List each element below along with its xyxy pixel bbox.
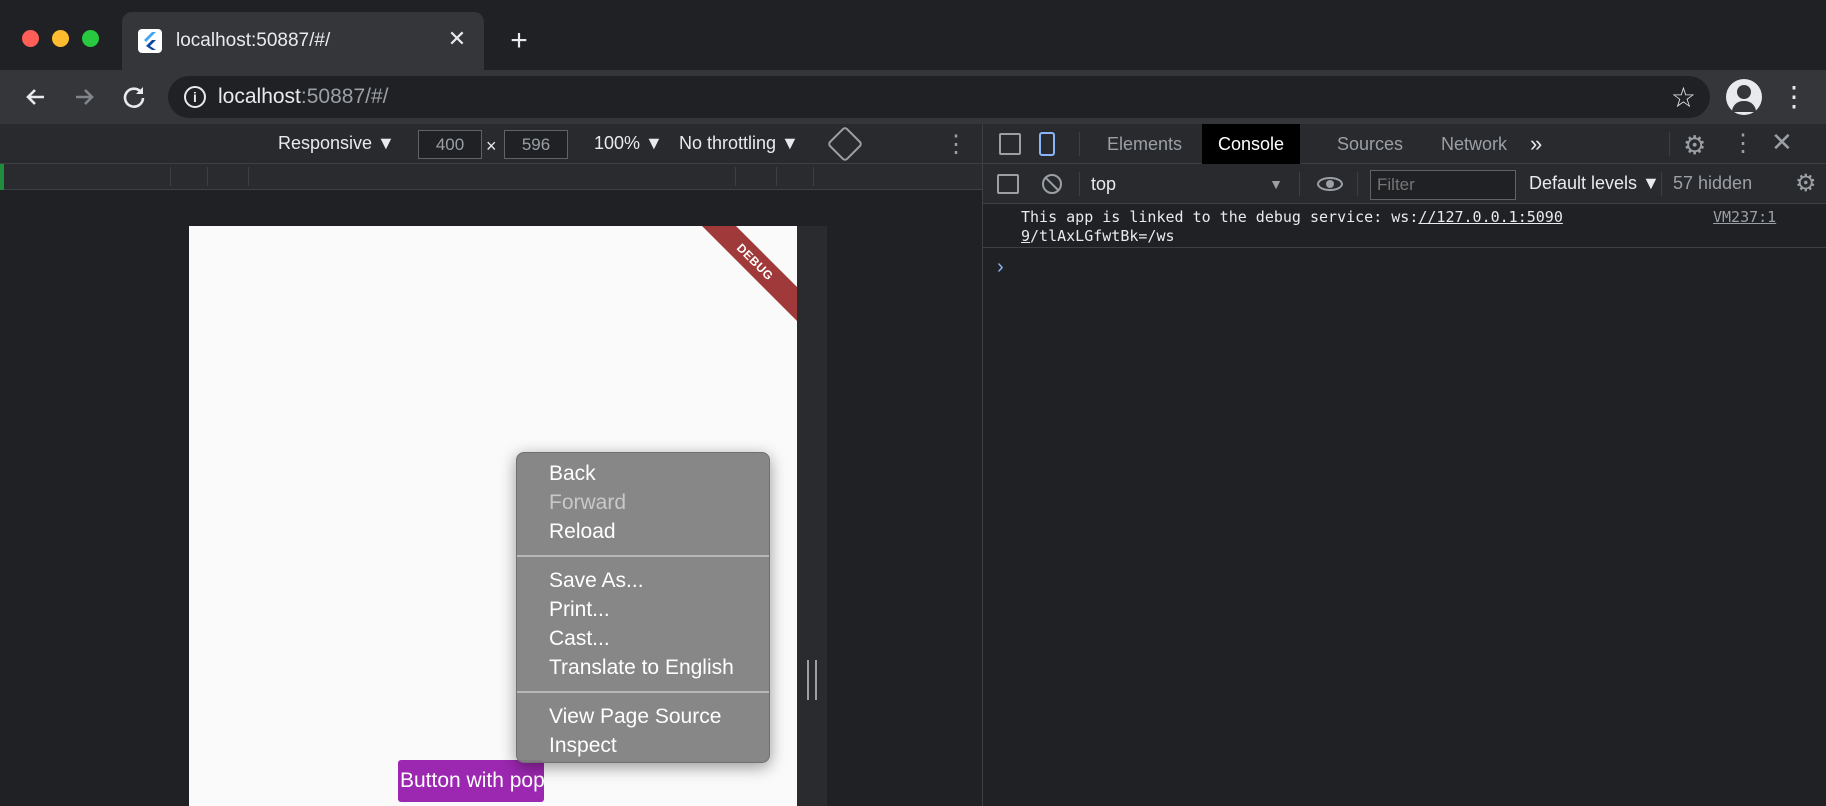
viewport-gutter	[797, 226, 827, 806]
menu-divider	[517, 691, 769, 693]
chevron-down-icon: ▼	[1269, 176, 1283, 192]
device-more-icon[interactable]: ⋮	[944, 130, 968, 159]
devtools-tab-bar: Elements Console Sources Network » ⚙ ⋮ ✕	[983, 124, 1826, 164]
ruler-segment[interactable]	[170, 167, 206, 186]
zoom-select[interactable]: 100% ▼	[594, 133, 663, 154]
media-query-ruler	[0, 164, 982, 190]
menu-item-forward: Forward	[549, 491, 627, 514]
gear-icon[interactable]: ⚙	[1683, 130, 1706, 161]
reload-icon	[123, 87, 145, 108]
tab-close-icon[interactable]: ✕	[442, 24, 472, 54]
profile-avatar-icon[interactable]	[1726, 79, 1762, 115]
window-zoom-button[interactable]	[82, 30, 99, 47]
ruler-segment[interactable]	[813, 167, 982, 186]
debug-service-link[interactable]: //127.0.0.1:5090	[1418, 208, 1563, 226]
tab-title: localhost:50887/#/	[176, 30, 331, 51]
close-icon[interactable]: ✕	[1771, 127, 1793, 158]
console-sidebar-icon[interactable]	[997, 174, 1019, 194]
menu-item-translate[interactable]: Translate to English	[517, 653, 769, 682]
toolbar-divider	[1669, 132, 1670, 156]
device-select[interactable]: Responsive ▼	[278, 133, 395, 154]
console-toolbar: top ▼ Default levels ▼ 57 hidden ⚙	[983, 164, 1826, 204]
ruler-segment[interactable]	[776, 167, 812, 186]
toolbar-divider	[1661, 172, 1662, 196]
menu-item-reload[interactable]: Reload	[517, 517, 769, 546]
viewport-width-input[interactable]: 400	[418, 130, 482, 159]
devtools-menu-icon[interactable]: ⋮	[1731, 129, 1755, 158]
window-close-button[interactable]	[22, 30, 39, 47]
inspect-element-icon[interactable]	[999, 133, 1021, 155]
console-prompt-icon[interactable]: ›	[997, 256, 1004, 279]
forward-button[interactable]	[66, 79, 102, 115]
rotate-icon[interactable]	[826, 125, 864, 163]
address-bar[interactable]: i localhost:50887/#/ ☆	[168, 76, 1710, 118]
browser-toolbar: i localhost:50887/#/ ☆ ⋮	[0, 70, 1826, 124]
ruler-edge-marker	[0, 164, 4, 190]
flutter-favicon-icon	[138, 29, 162, 53]
debug-service-link-cont[interactable]: 9	[1021, 227, 1030, 245]
ruler-segment[interactable]	[735, 167, 775, 186]
menu-divider	[517, 555, 769, 557]
reload-button[interactable]	[116, 79, 152, 115]
throttling-select[interactable]: No throttling ▼	[679, 133, 799, 154]
ruler-segment[interactable]	[248, 167, 734, 186]
console-message: This app is linked to the debug service:…	[983, 204, 1826, 248]
toolbar-divider	[1079, 172, 1080, 196]
eye-icon[interactable]	[1317, 177, 1343, 191]
clear-console-icon[interactable]	[1042, 174, 1062, 194]
console-filter-input[interactable]	[1370, 170, 1516, 200]
debug-banner: DEBUG	[689, 226, 797, 328]
arrow-right-icon	[76, 89, 94, 105]
console-message-text: This app is linked to the debug service:…	[1021, 208, 1563, 245]
menu-item-save-as[interactable]: Save As...	[517, 566, 769, 595]
console-message-source[interactable]: VM237:1	[1713, 208, 1776, 226]
context-menu: Back Forward Reload Save As... Print... …	[516, 452, 770, 763]
hidden-count: 57 hidden	[1673, 173, 1753, 193]
device-toolbar: Responsive ▼ 400 × 596 100% ▼ No throttl…	[0, 124, 982, 164]
toolbar-divider	[1079, 132, 1080, 156]
info-icon[interactable]: i	[184, 86, 206, 108]
url-text[interactable]: localhost:50887/#/	[218, 85, 388, 109]
ruler-segment[interactable]	[207, 167, 247, 186]
toolbar-divider	[1357, 172, 1358, 196]
toolbar-divider	[1299, 172, 1300, 196]
tab-sources[interactable]: Sources	[1321, 124, 1419, 164]
browser-menu-icon[interactable]: ⋮	[1780, 79, 1808, 115]
viewport-resize-handle[interactable]	[807, 660, 817, 700]
popup-menu-button[interactable]: Button with popup menu	[398, 760, 544, 802]
menu-item-cast[interactable]: Cast...	[517, 624, 769, 653]
tab-network[interactable]: Network	[1425, 124, 1523, 164]
arrow-left-icon	[26, 89, 44, 105]
browser-tab-active[interactable]: localhost:50887/#/ ✕	[122, 12, 484, 70]
menu-item-back[interactable]: Back	[517, 459, 769, 488]
device-emulation-area: Responsive ▼ 400 × 596 100% ▼ No throttl…	[0, 124, 982, 806]
log-levels-select[interactable]: Default levels ▼	[1529, 173, 1660, 194]
context-select[interactable]: top ▼	[1091, 171, 1287, 197]
window-minimize-button[interactable]	[52, 30, 69, 47]
back-button[interactable]	[18, 79, 54, 115]
menu-item-view-source[interactable]: View Page Source	[517, 702, 769, 731]
more-tabs-icon[interactable]: »	[1522, 124, 1550, 164]
console-settings-gear-icon[interactable]: ⚙	[1795, 169, 1817, 198]
device-toggle-icon[interactable]	[1039, 132, 1055, 156]
menu-item-inspect[interactable]: Inspect	[517, 731, 769, 760]
new-tab-button[interactable]: +	[502, 24, 536, 58]
devtools-panel: Elements Console Sources Network » ⚙ ⋮ ✕…	[982, 124, 1826, 806]
dimension-separator: ×	[486, 136, 497, 156]
tab-console[interactable]: Console	[1202, 124, 1301, 164]
viewport-height-input[interactable]: 596	[504, 130, 568, 159]
menu-item-print[interactable]: Print...	[517, 595, 769, 624]
browser-tab-strip: localhost:50887/#/ ✕ +	[0, 0, 1826, 70]
star-icon[interactable]: ☆	[1671, 81, 1696, 114]
tab-elements[interactable]: Elements	[1091, 124, 1198, 164]
